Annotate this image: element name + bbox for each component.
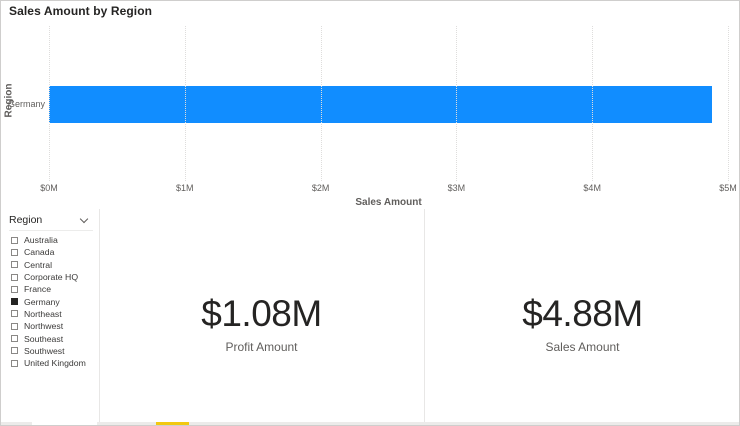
- slicer-item-southwest[interactable]: Southwest: [1, 345, 99, 357]
- x-tick-label: $5M: [719, 183, 737, 193]
- category-label-germany: Germany: [1, 86, 45, 123]
- slicer-item-label: Canada: [24, 247, 54, 257]
- gridline: [456, 26, 457, 181]
- slicer-item-label: United Kingdom: [24, 358, 86, 368]
- checkbox-unchecked[interactable]: [11, 274, 18, 281]
- slicer-item-united-kingdom[interactable]: United Kingdom: [1, 357, 99, 369]
- slicer-item-label: Southeast: [24, 334, 63, 344]
- checkbox-unchecked[interactable]: [11, 347, 18, 354]
- profit-amount-value: $1.08M: [99, 294, 424, 335]
- x-tick-label: $3M: [448, 183, 466, 193]
- slicer-item-central[interactable]: Central: [1, 259, 99, 271]
- slicer-item-australia[interactable]: Australia: [1, 234, 99, 246]
- page-tab-bar: [1, 422, 740, 426]
- x-tick-label: $4M: [583, 183, 601, 193]
- checkbox-unchecked[interactable]: [11, 323, 18, 330]
- slicer-header[interactable]: Region: [9, 209, 93, 231]
- slicer-item-france[interactable]: France: [1, 283, 99, 295]
- checkbox-unchecked[interactable]: [11, 286, 18, 293]
- profit-amount-label: Profit Amount: [99, 340, 424, 354]
- x-tick-label: $0M: [40, 183, 58, 193]
- slicer-item-label: Corporate HQ: [24, 272, 78, 282]
- chevron-down-icon[interactable]: [80, 214, 88, 222]
- gridline: [728, 26, 729, 181]
- plot-area: [49, 26, 728, 181]
- slicer-item-label: France: [24, 284, 51, 294]
- powerbi-report-canvas: Sales Amount by Region Region Germany $0…: [0, 0, 740, 426]
- page-tab[interactable]: [32, 422, 97, 426]
- slicer-item-northeast[interactable]: Northeast: [1, 308, 99, 320]
- slicer-item-canada[interactable]: Canada: [1, 246, 99, 258]
- chart-title: Sales Amount by Region: [9, 4, 152, 18]
- slicer-item-label: Central: [24, 260, 52, 270]
- checkbox-unchecked[interactable]: [11, 261, 18, 268]
- sales-amount-card: $4.88M Sales Amount: [424, 209, 740, 422]
- checkbox-unchecked[interactable]: [11, 335, 18, 342]
- gridline: [185, 26, 186, 181]
- checkbox-unchecked[interactable]: [11, 360, 18, 367]
- bar-germany[interactable]: [49, 86, 712, 123]
- x-axis-ticks: $0M$1M$2M$3M$4M$5M: [49, 183, 728, 195]
- slicer-item-label: Northwest: [24, 321, 63, 331]
- region-slicer: Region Australia Canada Central Corporate H…: [1, 209, 99, 422]
- slicer-item-label: Germany: [24, 297, 60, 307]
- gridline: [321, 26, 322, 181]
- slicer-item-northwest[interactable]: Northwest: [1, 320, 99, 332]
- x-tick-label: $1M: [176, 183, 194, 193]
- checkbox-unchecked[interactable]: [11, 310, 18, 317]
- x-tick-label: $2M: [312, 183, 330, 193]
- checkbox-unchecked[interactable]: [11, 249, 18, 256]
- slicer-item-germany[interactable]: Germany: [1, 295, 99, 307]
- profit-amount-card: $1.08M Profit Amount: [99, 209, 424, 422]
- slicer-header-label: Region: [9, 214, 42, 226]
- sales-amount-value: $4.88M: [424, 294, 740, 335]
- gridline: [49, 26, 50, 181]
- bar-chart-visual: Sales Amount by Region Region Germany $0…: [1, 1, 740, 209]
- slicer-list: Australia Canada Central Corporate HQ France…: [1, 234, 99, 369]
- slicer-item-corporate-hq[interactable]: Corporate HQ: [1, 271, 99, 283]
- gridline: [592, 26, 593, 181]
- x-axis-title: Sales Amount: [49, 197, 728, 208]
- slicer-item-southeast[interactable]: Southeast: [1, 332, 99, 344]
- slicer-item-label: Australia: [24, 235, 58, 245]
- slicer-item-label: Northeast: [24, 309, 62, 319]
- active-page-tab-highlight[interactable]: [156, 422, 189, 426]
- checkbox-checked[interactable]: [11, 298, 18, 305]
- slicer-item-label: Southwest: [24, 346, 65, 356]
- checkbox-unchecked[interactable]: [11, 237, 18, 244]
- sales-amount-label: Sales Amount: [424, 340, 740, 354]
